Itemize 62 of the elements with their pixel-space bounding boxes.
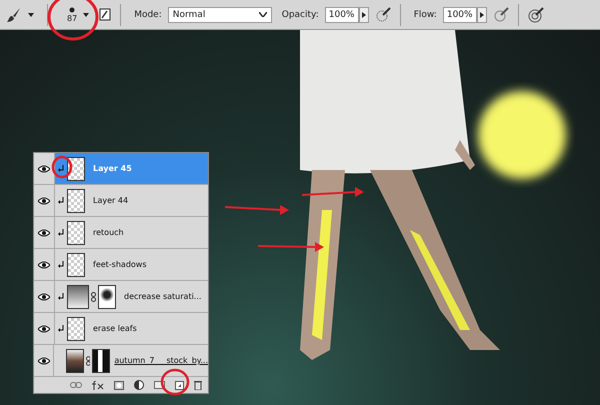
layer-name: retouch <box>93 228 124 237</box>
new-layer-icon[interactable] <box>175 380 184 390</box>
layer-name: decrease saturati... <box>124 292 202 301</box>
layer-thumbnail <box>67 188 85 212</box>
eye-icon[interactable] <box>38 164 50 172</box>
trash-icon[interactable] <box>194 380 202 390</box>
pressure-icon[interactable] <box>528 6 544 22</box>
opacity-label: Opacity: <box>282 10 319 20</box>
opacity-slider-button[interactable] <box>358 6 369 22</box>
mask-icon[interactable] <box>114 380 124 390</box>
airbrush-icon[interactable] <box>492 6 509 22</box>
triangle-icon <box>480 12 484 18</box>
layer-row[interactable]: retouch <box>34 217 208 249</box>
annotation-arrow <box>224 205 289 215</box>
layer-name: Layer 45 <box>93 164 132 173</box>
airbrush-icon[interactable] <box>374 6 391 22</box>
brush-size: 87 <box>67 14 78 22</box>
layer-thumbnail <box>67 220 85 244</box>
brush-preset-picker[interactable]: 87 <box>67 6 78 22</box>
layer-thumbnail <box>67 252 85 276</box>
highlight-circle <box>160 368 190 396</box>
layer-row[interactable]: autumn_7___stock_by... <box>34 345 208 377</box>
mode-dropdown[interactable]: Normal <box>168 6 272 22</box>
chain-link-icon <box>86 356 90 366</box>
chain-link-icon <box>91 292 96 302</box>
opacity-field[interactable]: 100% <box>324 6 359 22</box>
caret-icon[interactable] <box>28 12 34 16</box>
layer-row[interactable]: Layer 44 <box>34 185 208 217</box>
mask-thumbnail <box>92 348 110 372</box>
chevron-icon <box>258 12 267 17</box>
layer-row[interactable]: erase leafs <box>34 313 208 345</box>
half-circle-icon[interactable] <box>134 380 144 390</box>
fx-icon[interactable] <box>92 380 104 390</box>
layer-thumbnail <box>67 316 85 340</box>
layer-name: erase leafs <box>93 324 137 333</box>
flow-slider-button[interactable] <box>476 6 487 22</box>
mask-thumbnail <box>98 284 116 308</box>
mode-label: Mode: <box>134 10 162 20</box>
eye-icon[interactable] <box>38 324 50 332</box>
layer-name: autumn_7___stock_by... <box>114 356 208 365</box>
annotation-arrow <box>302 187 364 197</box>
annotation-arrow <box>258 242 324 252</box>
eye-icon[interactable] <box>38 260 50 268</box>
brush-panel-icon[interactable] <box>99 8 112 21</box>
brush-icon[interactable] <box>6 6 22 22</box>
photo-thumbnail <box>66 348 84 372</box>
eye-icon[interactable] <box>38 292 50 300</box>
layer-row[interactable]: feet-shadows <box>34 249 208 281</box>
layer-name: Layer 44 <box>93 196 128 205</box>
flow-field[interactable]: 100% <box>442 6 477 22</box>
adjustment-thumbnail <box>67 284 89 308</box>
eye-icon[interactable] <box>38 228 50 236</box>
eye-icon[interactable] <box>38 196 50 204</box>
triangle-icon <box>362 12 366 18</box>
caret-icon[interactable] <box>83 12 90 16</box>
flow-label: Flow: <box>414 10 437 20</box>
highlight-circle <box>52 156 72 178</box>
eye-icon[interactable] <box>38 356 50 364</box>
link-icon[interactable] <box>70 382 82 388</box>
layer-name: feet-shadows <box>93 260 147 269</box>
layer-row[interactable]: decrease saturati... <box>34 281 208 313</box>
brush-tip-icon <box>69 6 76 12</box>
